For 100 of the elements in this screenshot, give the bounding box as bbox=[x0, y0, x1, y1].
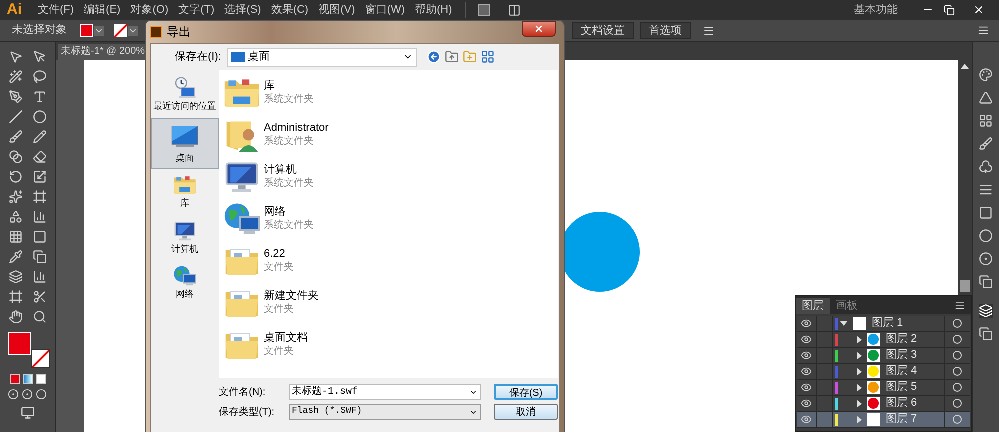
club-icon[interactable] bbox=[979, 160, 993, 174]
eye-icon[interactable] bbox=[801, 414, 812, 425]
place-item[interactable]: 桌面 bbox=[151, 118, 219, 169]
location-dropdown[interactable]: 桌面 bbox=[227, 48, 417, 66]
layer-row[interactable]: 图层 7 bbox=[797, 412, 970, 428]
restore-icon[interactable] bbox=[944, 4, 955, 16]
layer-row[interactable]: 图层 1 bbox=[797, 316, 970, 332]
layer-row[interactable]: 图层 4 bbox=[797, 364, 970, 380]
menu-item[interactable]: 效果(C) bbox=[266, 2, 314, 18]
scroll-thumb[interactable] bbox=[960, 280, 970, 292]
pencil-icon[interactable] bbox=[32, 130, 46, 144]
menu-item[interactable]: 文件(F) bbox=[33, 2, 80, 18]
view-menu-icon[interactable] bbox=[481, 50, 495, 64]
eye-icon[interactable] bbox=[801, 398, 812, 409]
filetype-dropdown[interactable]: Flash (*.SWF) bbox=[289, 404, 481, 420]
place-item[interactable]: 网络 bbox=[151, 260, 219, 306]
file-item[interactable]: 桌面文档 文件夹 bbox=[219, 324, 558, 366]
eraser-icon[interactable] bbox=[32, 150, 46, 164]
swatches-icon[interactable] bbox=[979, 114, 993, 128]
toolbar-button[interactable]: 首选项 bbox=[640, 22, 691, 39]
workspace-switcher[interactable]: 基本功能 bbox=[854, 2, 898, 18]
arrange-icon[interactable] bbox=[508, 4, 522, 16]
line-icon[interactable] bbox=[8, 110, 22, 124]
menu-item[interactable]: 帮助(H) bbox=[410, 2, 458, 18]
eye-icon[interactable] bbox=[801, 318, 812, 329]
lasso-icon[interactable] bbox=[32, 70, 46, 84]
eyedropper-icon[interactable] bbox=[8, 250, 22, 264]
file-item[interactable]: Administrator 系统文件夹 bbox=[219, 114, 558, 156]
rotate-icon[interactable] bbox=[8, 170, 22, 184]
color-mode-swatch[interactable] bbox=[10, 374, 20, 384]
up-folder-icon[interactable] bbox=[445, 50, 459, 64]
brush-icon[interactable] bbox=[8, 130, 22, 144]
back-icon[interactable] bbox=[427, 50, 441, 64]
slice-icon[interactable] bbox=[32, 290, 46, 304]
stroke-icon[interactable] bbox=[979, 183, 993, 197]
panel-menu-icon[interactable] bbox=[978, 25, 989, 36]
pen-icon[interactable] bbox=[8, 90, 22, 104]
filename-field[interactable]: 未标题-1.swf bbox=[289, 384, 481, 400]
menu-item[interactable]: 编辑(E) bbox=[79, 2, 126, 18]
ellipse-icon[interactable] bbox=[32, 110, 46, 124]
save-button[interactable]: 保存(S) bbox=[494, 384, 558, 400]
menu-item[interactable]: 文字(T) bbox=[174, 2, 220, 18]
eye-icon[interactable] bbox=[801, 382, 812, 393]
layer-row[interactable]: 图层 3 bbox=[797, 348, 970, 364]
place-item[interactable]: 计算机 bbox=[151, 214, 219, 260]
magic-wand-icon[interactable] bbox=[8, 70, 22, 84]
collapse-arrow-icon[interactable] bbox=[840, 321, 848, 326]
zoom-icon[interactable] bbox=[32, 310, 46, 324]
dropdown-icon[interactable] bbox=[128, 26, 138, 36]
file-item[interactable]: 库 系统文件夹 bbox=[219, 72, 558, 114]
scale-icon[interactable] bbox=[32, 170, 46, 184]
layer-row[interactable]: 图层 5 bbox=[797, 380, 970, 396]
gradient-mode-swatch[interactable] bbox=[22, 374, 32, 384]
layers-icon[interactable] bbox=[979, 304, 993, 318]
place-item[interactable]: 最近访问的位置 bbox=[151, 72, 219, 118]
pointer-icon[interactable] bbox=[8, 50, 22, 64]
draw-mode-icon[interactable] bbox=[22, 389, 33, 400]
artboard-icon[interactable] bbox=[8, 290, 22, 304]
draw-mode-icon[interactable] bbox=[36, 389, 47, 400]
menu-item[interactable]: 窗口(W) bbox=[360, 2, 410, 18]
triangle-icon[interactable] bbox=[979, 91, 993, 105]
file-item[interactable]: 新建文件夹 文件夹 bbox=[219, 282, 558, 324]
layer-row[interactable]: 图层 2 bbox=[797, 332, 970, 348]
graph-icon[interactable] bbox=[32, 270, 46, 284]
fill-swatch[interactable] bbox=[8, 332, 30, 355]
file-item[interactable]: 6.22 文件夹 bbox=[219, 240, 558, 282]
place-item[interactable]: 库 bbox=[151, 169, 219, 214]
cancel-button[interactable]: 取消 bbox=[494, 404, 558, 420]
close-icon[interactable] bbox=[973, 4, 985, 16]
file-item[interactable]: 计算机 系统文件夹 bbox=[219, 156, 558, 198]
menu-item[interactable]: 视图(V) bbox=[314, 2, 360, 18]
toolbar-button[interactable]: 文档设置 bbox=[572, 22, 634, 39]
hand-icon[interactable] bbox=[8, 310, 22, 324]
stroke-swatch[interactable] bbox=[30, 349, 50, 368]
draw-mode-icon[interactable] bbox=[8, 389, 19, 400]
palette-icon[interactable] bbox=[979, 68, 993, 82]
mesh-icon[interactable] bbox=[8, 230, 22, 244]
eye-icon[interactable] bbox=[801, 350, 812, 361]
eye-icon[interactable] bbox=[801, 334, 812, 345]
menu-item[interactable]: 选择(S) bbox=[220, 2, 266, 18]
close-button[interactable] bbox=[522, 21, 556, 37]
type-icon[interactable] bbox=[32, 90, 46, 104]
direct-pointer-icon[interactable] bbox=[32, 50, 46, 64]
panel-menu-icon[interactable] bbox=[955, 301, 965, 311]
shape-builder-icon[interactable] bbox=[8, 210, 22, 224]
none-mode-swatch[interactable] bbox=[36, 374, 46, 384]
expand-arrow-icon[interactable] bbox=[857, 416, 862, 424]
stroke-none-swatch[interactable] bbox=[114, 24, 127, 37]
eye-icon[interactable] bbox=[801, 366, 812, 377]
fill-swatch[interactable] bbox=[80, 24, 93, 37]
dropdown-icon[interactable] bbox=[94, 26, 104, 36]
menu-item[interactable]: 对象(O) bbox=[126, 2, 174, 18]
panel-tab[interactable]: 画板 bbox=[830, 298, 864, 314]
align-options-icon[interactable] bbox=[703, 24, 715, 36]
screen-mode-icon[interactable] bbox=[20, 406, 34, 420]
brushes-icon[interactable] bbox=[979, 137, 993, 151]
artboards-icon[interactable] bbox=[979, 327, 993, 341]
layer-row[interactable]: 图层 6 bbox=[797, 396, 970, 412]
panel-tab[interactable]: 图层 bbox=[796, 298, 830, 314]
file-item[interactable]: 网络 系统文件夹 bbox=[219, 198, 558, 240]
